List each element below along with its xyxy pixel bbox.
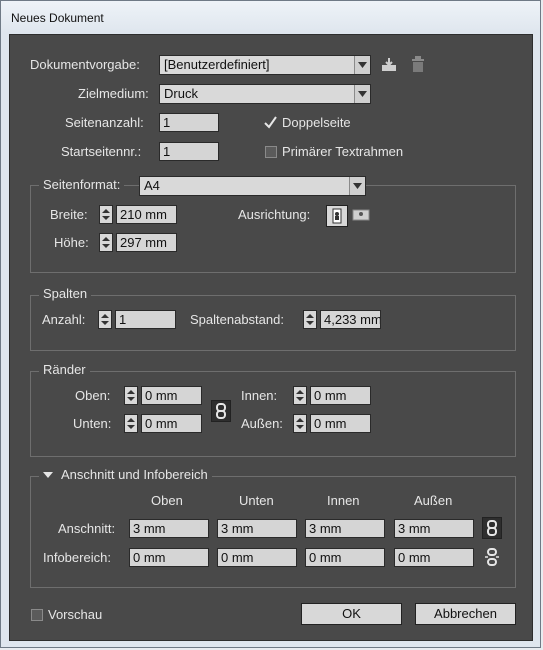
- preview-label: Vorschau: [48, 607, 103, 622]
- facing-pages-label: Doppelseite: [282, 115, 351, 130]
- margins-group-label: Ränder: [39, 362, 90, 377]
- trash-icon[interactable]: [411, 56, 425, 78]
- width-label: Breite:: [50, 207, 88, 222]
- page-size-value: A4: [144, 178, 160, 193]
- start-page-label: Startseitennr.:: [61, 144, 142, 159]
- margin-top-label: Oben:: [75, 388, 111, 403]
- page-size-group: [30, 185, 516, 273]
- margin-top-stepper[interactable]: [124, 386, 138, 405]
- save-preset-icon[interactable]: [380, 56, 398, 79]
- slug-outside-field[interactable]: 0 mm: [394, 548, 474, 567]
- landscape-orientation-icon[interactable]: [351, 205, 373, 227]
- bleed-top-field[interactable]: 3 mm: [129, 519, 209, 538]
- ok-button[interactable]: OK: [301, 603, 402, 625]
- intent-dropdown[interactable]: Druck: [159, 84, 371, 104]
- height-stepper[interactable]: [99, 233, 113, 252]
- title-bar: Neues Dokument: [1, 1, 540, 33]
- chevron-down-icon: [349, 177, 365, 195]
- col-header-outside: Außen: [414, 493, 453, 508]
- margins-group: [30, 371, 516, 457]
- pages-field[interactable]: 1: [159, 113, 219, 132]
- preset-dropdown[interactable]: [Benutzerdefiniert]: [159, 55, 371, 75]
- chain-link-icon[interactable]: [211, 400, 231, 422]
- margin-outside-label: Außen:: [241, 416, 283, 431]
- margin-inside-field[interactable]: 0 mm: [310, 386, 371, 405]
- columns-number-field[interactable]: 1: [115, 310, 176, 329]
- margin-outside-stepper[interactable]: [293, 414, 307, 433]
- bleed-outside-field[interactable]: 3 mm: [394, 519, 474, 538]
- preset-label: Dokumentvorgabe:: [30, 57, 140, 72]
- chevron-down-icon: [354, 56, 370, 74]
- bleed-slug-group-label: Anschnitt und Infobereich: [61, 467, 208, 482]
- preview-checkbox[interactable]: [31, 609, 43, 621]
- page-size-group-label: Seitenformat:: [39, 177, 125, 192]
- window-title: Neues Dokument: [11, 11, 104, 25]
- cancel-button[interactable]: Abbrechen: [415, 603, 516, 625]
- page-size-dropdown[interactable]: A4: [139, 176, 366, 196]
- margin-inside-label: Innen:: [241, 388, 278, 403]
- start-page-field[interactable]: 1: [159, 142, 219, 161]
- intent-label: Zielmedium:: [78, 86, 149, 101]
- primary-text-frame-label: Primärer Textrahmen: [282, 144, 404, 159]
- broken-chain-icon[interactable]: [483, 547, 503, 567]
- slug-inside-field[interactable]: 0 mm: [305, 548, 385, 567]
- width-stepper[interactable]: [99, 205, 113, 224]
- bleed-bottom-field[interactable]: 3 mm: [217, 519, 297, 538]
- orientation-label: Ausrichtung:: [238, 207, 311, 222]
- facing-pages-checkbox[interactable]: [264, 116, 277, 129]
- margin-bottom-label: Unten:: [73, 416, 112, 431]
- bleed-inside-field[interactable]: 3 mm: [305, 519, 385, 538]
- gutter-field[interactable]: 4,233 mm: [320, 310, 381, 329]
- gutter-label: Spaltenabstand:: [190, 312, 284, 327]
- margin-bottom-stepper[interactable]: [124, 414, 138, 433]
- dialog-body: Dokumentvorgabe: [Benutzerdefiniert] Zie…: [9, 34, 533, 641]
- dialog-window: Neues Dokument Dokumentvorgabe: [Benutze…: [0, 0, 541, 648]
- margin-inside-stepper[interactable]: [293, 386, 307, 405]
- slug-bottom-field[interactable]: 0 mm: [217, 548, 297, 567]
- col-header-top: Oben: [151, 493, 183, 508]
- slug-top-field[interactable]: 0 mm: [129, 548, 209, 567]
- columns-number-stepper[interactable]: [98, 310, 112, 329]
- width-field[interactable]: 210 mm: [116, 205, 177, 224]
- primary-text-frame-checkbox[interactable]: [265, 146, 277, 158]
- portrait-orientation-icon[interactable]: [326, 205, 348, 227]
- slug-label: Infobereich:: [43, 550, 111, 565]
- col-header-inside: Innen: [327, 493, 360, 508]
- preset-value: [Benutzerdefiniert]: [164, 57, 270, 72]
- margin-bottom-field[interactable]: 0 mm: [141, 414, 202, 433]
- bleed-label: Anschnitt:: [58, 521, 116, 536]
- col-header-bottom: Unten: [239, 493, 274, 508]
- intent-value: Druck: [164, 86, 198, 101]
- margin-outside-field[interactable]: 0 mm: [310, 414, 371, 433]
- disclosure-triangle-icon: [43, 472, 53, 478]
- chevron-down-icon: [354, 85, 370, 103]
- gutter-stepper[interactable]: [303, 310, 317, 329]
- columns-group-label: Spalten: [39, 286, 92, 301]
- columns-number-label: Anzahl:: [42, 312, 86, 327]
- margin-top-field[interactable]: 0 mm: [141, 386, 202, 405]
- height-label: Höhe:: [54, 235, 89, 250]
- chain-link-icon[interactable]: [482, 517, 502, 539]
- pages-label: Seitenanzahl:: [65, 115, 144, 130]
- bleed-slug-group-header[interactable]: Anschnitt und Infobereich: [39, 467, 212, 482]
- height-field[interactable]: 297 mm: [116, 233, 177, 252]
